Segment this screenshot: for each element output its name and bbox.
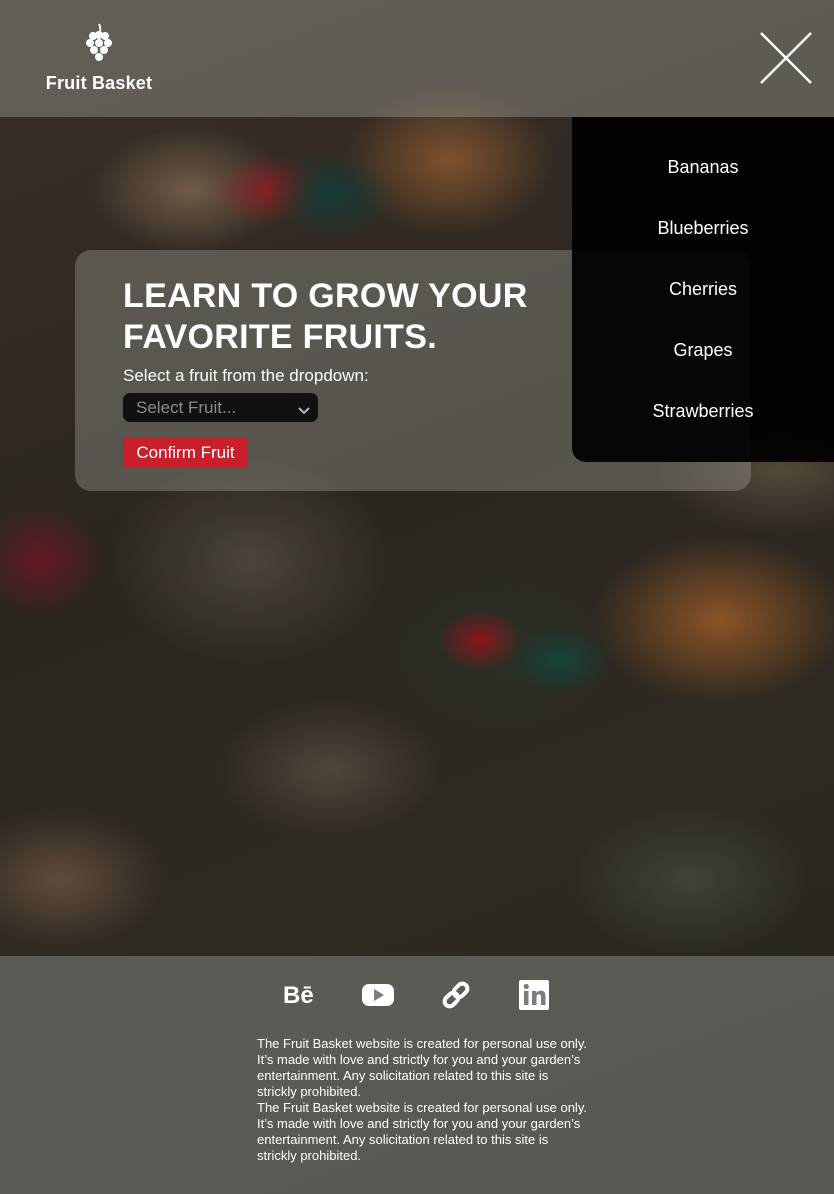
fruit-select[interactable]: Select Fruit... — [123, 393, 318, 422]
behance-icon[interactable]: Bē — [283, 983, 314, 1017]
disclaimer-text: The Fruit Basket website is created for … — [257, 1100, 587, 1163]
chevron-down-icon — [298, 402, 310, 420]
top-bar: Fruit Basket — [0, 0, 834, 117]
dropdown-instruction: Select a fruit from the dropdown: — [123, 366, 369, 385]
menu-item-blueberries[interactable]: Blueberries — [572, 218, 834, 239]
menu-item-bananas[interactable]: Bananas — [572, 157, 834, 178]
menu-item-strawberries[interactable]: Strawberries — [572, 401, 834, 422]
footer-disclaimer: The Fruit Basket website is created for … — [257, 1036, 587, 1164]
grapes-icon — [42, 22, 156, 67]
logo[interactable]: Fruit Basket — [42, 22, 156, 94]
disclaimer-text: The Fruit Basket website is created for … — [257, 1036, 587, 1099]
fruit-menu: Bananas Blueberries Cherries Grapes Stra… — [572, 117, 834, 462]
footer: Bē The Fruit Basket website is created f… — [0, 956, 834, 1194]
menu-item-cherries[interactable]: Cherries — [572, 279, 834, 300]
page-title: LEARN TO GROW YOUR FAVORITE FRUITS. — [123, 277, 528, 356]
link-icon[interactable] — [441, 978, 471, 1012]
linkedin-icon[interactable] — [518, 978, 550, 1012]
select-placeholder: Select Fruit... — [136, 398, 237, 417]
menu-item-grapes[interactable]: Grapes — [572, 340, 834, 361]
logo-text: Fruit Basket — [45, 73, 153, 93]
confirm-fruit-button[interactable]: Confirm Fruit — [123, 438, 248, 467]
close-icon[interactable] — [758, 30, 814, 86]
youtube-icon[interactable] — [362, 978, 394, 1012]
